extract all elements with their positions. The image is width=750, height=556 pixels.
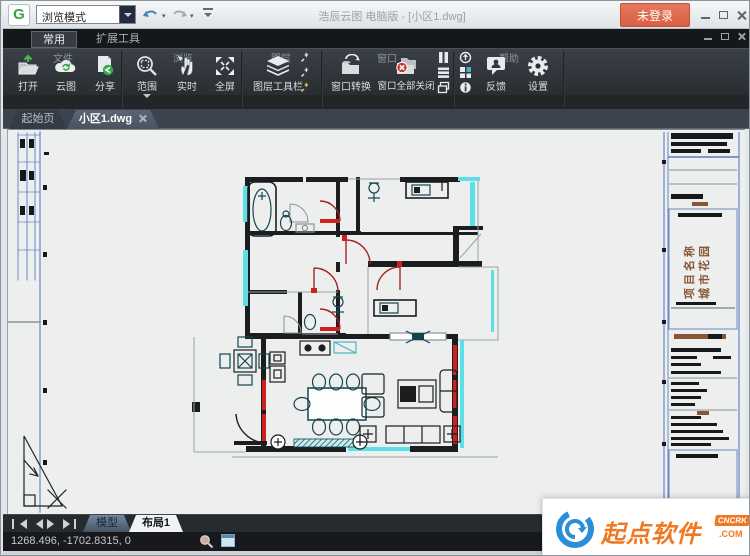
settings-button[interactable]: 设置	[519, 51, 557, 95]
window-close-all-button[interactable]: 窗口全部关闭	[375, 51, 437, 95]
ribbon-group-strip	[3, 95, 749, 110]
window-sill-hatch	[294, 439, 360, 447]
tile-horizontal-icon[interactable]	[437, 66, 453, 81]
cloud-icon	[47, 51, 85, 77]
ribbon-body: 文件 浏览 图层 窗口 帮助 打开 云图	[3, 48, 749, 109]
minimize-icon[interactable]	[700, 10, 712, 20]
drawing-canvas[interactable]: 项目名称 城市花园	[7, 129, 745, 514]
mdi-close-icon[interactable]	[737, 32, 749, 42]
share-button[interactable]: 分享	[87, 51, 123, 95]
ribbon-tab-extended-tools[interactable]: 扩展工具	[85, 31, 151, 48]
pin-icon[interactable]	[299, 66, 317, 81]
ribbon: 常用 扩展工具 文件 浏览 图层 窗口 帮助 打开	[3, 29, 749, 109]
hand-icon	[169, 51, 205, 77]
dwg-drawing	[8, 130, 746, 515]
layer-pin-column	[299, 51, 317, 96]
document-tab-bar: 起始页 小区1.dwg	[3, 109, 749, 129]
zoom-range-icon	[129, 51, 165, 77]
login-button[interactable]: 未登录	[620, 3, 690, 27]
mode-select[interactable]: 浏览模式	[36, 5, 136, 24]
mdi-restore-icon[interactable]	[720, 32, 732, 42]
window-title: 浩辰云图 电脑版 - [小区1.dwg]	[252, 8, 532, 24]
maximize-icon[interactable]	[718, 10, 730, 20]
project-title-vertical-text: 项目名称 城市花园	[683, 219, 727, 323]
feedback-button[interactable]: 反馈	[477, 51, 515, 95]
open-folder-icon	[9, 51, 47, 77]
next-tab-icon[interactable]	[47, 519, 57, 529]
triangle-detail	[24, 436, 66, 508]
tab-start-page[interactable]: 起始页	[9, 110, 67, 129]
tab-model[interactable]: 模型	[83, 515, 131, 532]
window-switch-icon	[327, 51, 375, 77]
open-button[interactable]: 打开	[9, 51, 47, 95]
cloud-button[interactable]: 云图	[47, 51, 85, 95]
prev-tab-icon[interactable]	[31, 519, 41, 529]
first-tab-icon[interactable]	[15, 519, 25, 529]
gear-icon	[519, 51, 557, 77]
watermark-domain: .COM	[719, 529, 743, 539]
zoom-range-dropdown-icon[interactable]	[143, 94, 151, 102]
window-switch-button[interactable]: 窗口转换	[327, 51, 375, 95]
pin-icon[interactable]	[299, 51, 317, 66]
window-arrange-column	[437, 51, 453, 96]
tab-close-icon[interactable]	[138, 114, 147, 123]
ribbon-tab-home[interactable]: 常用	[31, 31, 77, 48]
tab-drawing[interactable]: 小区1.dwg	[67, 110, 159, 129]
cursor-coordinates: 1268.496, -1702.8315, 0	[11, 535, 131, 547]
panel-toggle-icon[interactable]	[221, 534, 235, 552]
feedback-icon	[477, 51, 515, 77]
mode-select-value: 浏览模式	[42, 9, 86, 25]
watermark-name: 起点软件	[601, 514, 701, 549]
tile-vertical-icon[interactable]	[437, 51, 453, 66]
app-logo-icon: G	[8, 4, 30, 26]
redo-dropdown-icon[interactable]: ▾	[190, 12, 194, 20]
realtime-pan-button[interactable]: 实时	[169, 51, 205, 95]
share-icon	[87, 51, 123, 77]
undo-icon[interactable]	[142, 6, 164, 22]
close-icon[interactable]	[736, 10, 748, 20]
info-icon[interactable]	[459, 81, 475, 96]
update-icon[interactable]	[459, 51, 475, 66]
qat-customize-icon[interactable]	[202, 8, 214, 20]
help-mini-column	[459, 51, 475, 96]
modules-icon[interactable]	[459, 66, 475, 81]
fullscreen-button[interactable]: 全屏	[207, 51, 243, 95]
watermark: 起点软件 CNCRK .COM	[542, 498, 750, 556]
watermark-logo-icon	[553, 507, 597, 551]
cascade-windows-icon[interactable]	[437, 81, 453, 96]
window-close-all-icon	[375, 51, 437, 77]
redo-icon[interactable]	[170, 6, 192, 22]
last-tab-icon[interactable]	[63, 519, 73, 529]
undo-dropdown-icon[interactable]: ▾	[162, 12, 166, 20]
zoom-extents-button[interactable]: 范围	[129, 51, 165, 95]
mdi-minimize-icon[interactable]	[703, 32, 715, 42]
watermark-badge: CNCRK	[714, 515, 750, 526]
title-bar: G 浏览模式 ▾ ▾ 浩辰云图 电脑版 - [小区1.dwg] 未登录	[2, 1, 750, 29]
fullscreen-arrows-icon	[207, 51, 243, 77]
floor-plan	[192, 177, 498, 457]
pin-yellow-icon[interactable]	[299, 81, 317, 96]
tab-layout1[interactable]: 布局1	[129, 515, 183, 532]
left-sheet	[8, 132, 66, 512]
application-window: G 浏览模式 ▾ ▾ 浩辰云图 电脑版 - [小区1.dwg] 未登录 常用 扩…	[0, 0, 750, 556]
mode-select-dropdown-icon[interactable]	[119, 6, 135, 23]
